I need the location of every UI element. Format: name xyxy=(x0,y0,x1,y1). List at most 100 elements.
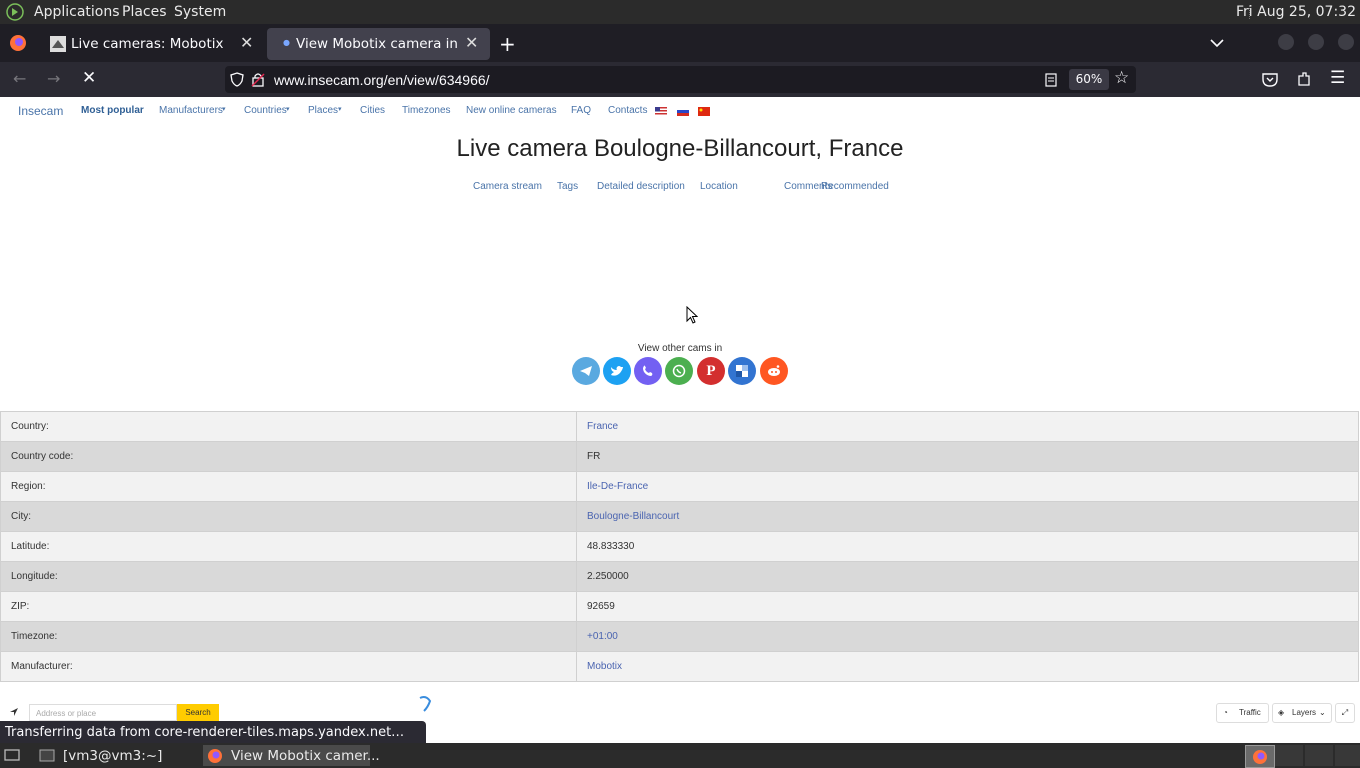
map-search-button[interactable]: Search xyxy=(177,704,219,721)
table-row: Latitude: 48.833330 xyxy=(0,531,1359,562)
zoom-level-button[interactable]: 60% xyxy=(1069,69,1109,90)
workspace-4[interactable] xyxy=(1335,745,1360,766)
flag-us-icon[interactable] xyxy=(655,107,667,116)
manufacturer-link[interactable]: Mobotix xyxy=(587,661,622,672)
nav-contacts[interactable]: Contacts xyxy=(608,105,647,116)
brand-link[interactable]: Insecam xyxy=(18,104,63,118)
nav-manufacturers[interactable]: Manufacturers xyxy=(159,105,223,116)
taskbar-item-firefox[interactable]: View Mobotix camer... xyxy=(203,745,380,766)
insecure-lock-icon[interactable] xyxy=(251,72,265,87)
row-label: Country: xyxy=(0,411,577,442)
close-tab-icon[interactable]: ✕ xyxy=(465,33,478,52)
table-row: Timezone: +01:00 xyxy=(0,621,1359,652)
taskbar-label: [vm3@vm3:~] xyxy=(63,748,163,764)
region-link[interactable]: Ile-De-France xyxy=(587,481,648,492)
row-label: Latitude: xyxy=(0,531,577,562)
page-title: Live camera Boulogne-Billancourt, France xyxy=(456,135,904,162)
pinterest-icon[interactable]: P xyxy=(697,357,725,385)
places-menu[interactable]: Places xyxy=(122,4,167,20)
row-value: Boulogne-Billancourt xyxy=(576,501,1359,532)
maximize-icon[interactable] xyxy=(1308,34,1324,50)
extensions-icon[interactable] xyxy=(1296,71,1312,87)
telegram-icon[interactable] xyxy=(572,357,600,385)
country-link[interactable]: France xyxy=(587,421,618,432)
reddit-icon[interactable] xyxy=(760,357,788,385)
bottom-taskbar: [vm3@vm3:~] View Mobotix camer... xyxy=(0,743,1360,768)
forward-icon[interactable]: → xyxy=(47,69,60,88)
table-row: Manufacturer: Mobotix xyxy=(0,651,1359,682)
tab-strip: Live cameras: Mobotix ✕ ● View Mobotix c… xyxy=(0,24,1360,62)
row-value: France xyxy=(576,411,1359,442)
delicious-icon[interactable] xyxy=(728,357,756,385)
subnav-camera-stream[interactable]: Camera stream xyxy=(473,181,542,192)
workspace-2[interactable] xyxy=(1275,745,1303,766)
tab-view-mobotix[interactable]: ● View Mobotix camera in Fra ✕ xyxy=(267,28,490,60)
whatsapp-icon[interactable] xyxy=(665,357,693,385)
terminal-icon xyxy=(39,749,55,762)
row-label: ZIP: xyxy=(0,591,577,622)
show-desktop-icon[interactable] xyxy=(4,749,20,762)
table-row: Country code: FR xyxy=(0,441,1359,472)
dropdown-caret-icon: ▾ xyxy=(222,106,226,113)
nav-new-online-cameras[interactable]: New online cameras xyxy=(466,105,557,116)
twitter-icon[interactable] xyxy=(603,357,631,385)
reader-view-icon[interactable] xyxy=(1045,73,1057,87)
row-value: 92659 xyxy=(576,591,1359,622)
bookmark-star-icon[interactable]: ☆ xyxy=(1114,68,1129,88)
nav-cities[interactable]: Cities xyxy=(360,105,385,116)
dropdown-caret-icon: ▾ xyxy=(286,106,290,113)
traffic-button[interactable]: ◔ Traffic xyxy=(1216,703,1269,723)
row-label: Longitude: xyxy=(0,561,577,592)
dropdown-caret-icon: ▾ xyxy=(338,106,342,113)
minimize-icon[interactable] xyxy=(1278,34,1294,50)
taskbar-item-terminal[interactable]: [vm3@vm3:~] xyxy=(34,745,200,766)
url-bar[interactable]: www.insecam.org/en/view/634966/ 60% ☆ xyxy=(225,66,1136,93)
tab-live-cameras[interactable]: Live cameras: Mobotix ✕ xyxy=(39,28,265,60)
app-menu-icon[interactable]: ☰ xyxy=(1330,68,1345,88)
camera-info-table: Country: France Country code: FR Region: Il… xyxy=(0,411,1359,682)
layers-button[interactable]: ◈ Layers ⌄ xyxy=(1272,703,1332,723)
nav-countries[interactable]: Countries xyxy=(244,105,287,116)
stop-icon[interactable]: ✕ xyxy=(82,68,96,88)
subnav-tags[interactable]: Tags xyxy=(557,181,578,192)
row-value: Mobotix xyxy=(576,651,1359,682)
chevron-down-icon: ⌄ xyxy=(1319,708,1326,717)
subnav-location[interactable]: Location xyxy=(700,181,738,192)
table-row: Country: France xyxy=(0,411,1359,442)
city-link[interactable]: Boulogne-Billancourt xyxy=(587,511,679,522)
close-window-icon[interactable] xyxy=(1338,34,1354,50)
system-menu[interactable]: System xyxy=(174,4,226,20)
workspace-switcher[interactable] xyxy=(1245,745,1275,768)
pocket-icon[interactable] xyxy=(1262,72,1278,87)
subnav-detailed-description[interactable]: Detailed description xyxy=(597,181,685,192)
applications-menu[interactable]: Applications xyxy=(34,4,120,20)
row-label: Region: xyxy=(0,471,577,502)
workspace-3[interactable] xyxy=(1305,745,1333,766)
close-tab-icon[interactable]: ✕ xyxy=(240,33,253,52)
nav-timezones[interactable]: Timezones xyxy=(402,105,451,116)
firefox-icon xyxy=(1253,750,1267,764)
timezone-link[interactable]: +01:00 xyxy=(587,631,618,642)
gnome-logo-icon[interactable] xyxy=(6,3,24,21)
flag-ru-icon[interactable] xyxy=(677,107,689,116)
fullscreen-button[interactable]: ⤢ xyxy=(1335,703,1355,723)
list-all-tabs-icon[interactable] xyxy=(1210,38,1224,48)
url-text[interactable]: www.insecam.org/en/view/634966/ xyxy=(274,72,490,88)
subnav-recommended[interactable]: Recommended xyxy=(821,181,889,192)
map-search-input[interactable]: Address or place xyxy=(29,704,177,721)
flag-cn-icon[interactable] xyxy=(698,107,710,116)
table-row: City: Boulogne-Billancourt xyxy=(0,501,1359,532)
nav-places[interactable]: Places xyxy=(308,105,338,116)
top-panel: Applications Places System Fri Aug 25, 0… xyxy=(0,0,1360,24)
nav-faq[interactable]: FAQ xyxy=(571,105,591,116)
back-icon[interactable]: ← xyxy=(13,69,26,88)
firefox-icon[interactable] xyxy=(9,34,27,52)
viber-icon[interactable] xyxy=(634,357,662,385)
geolocation-arrow-icon[interactable] xyxy=(9,707,19,717)
tab-title: Live cameras: Mobotix xyxy=(71,36,224,52)
nav-most-popular[interactable]: Most popular xyxy=(81,105,144,116)
table-row: ZIP: 92659 xyxy=(0,591,1359,622)
clock[interactable]: Fri Aug 25, 07:32 xyxy=(1236,4,1356,20)
tracking-shield-icon[interactable] xyxy=(230,72,244,87)
new-tab-icon[interactable]: + xyxy=(499,32,516,56)
